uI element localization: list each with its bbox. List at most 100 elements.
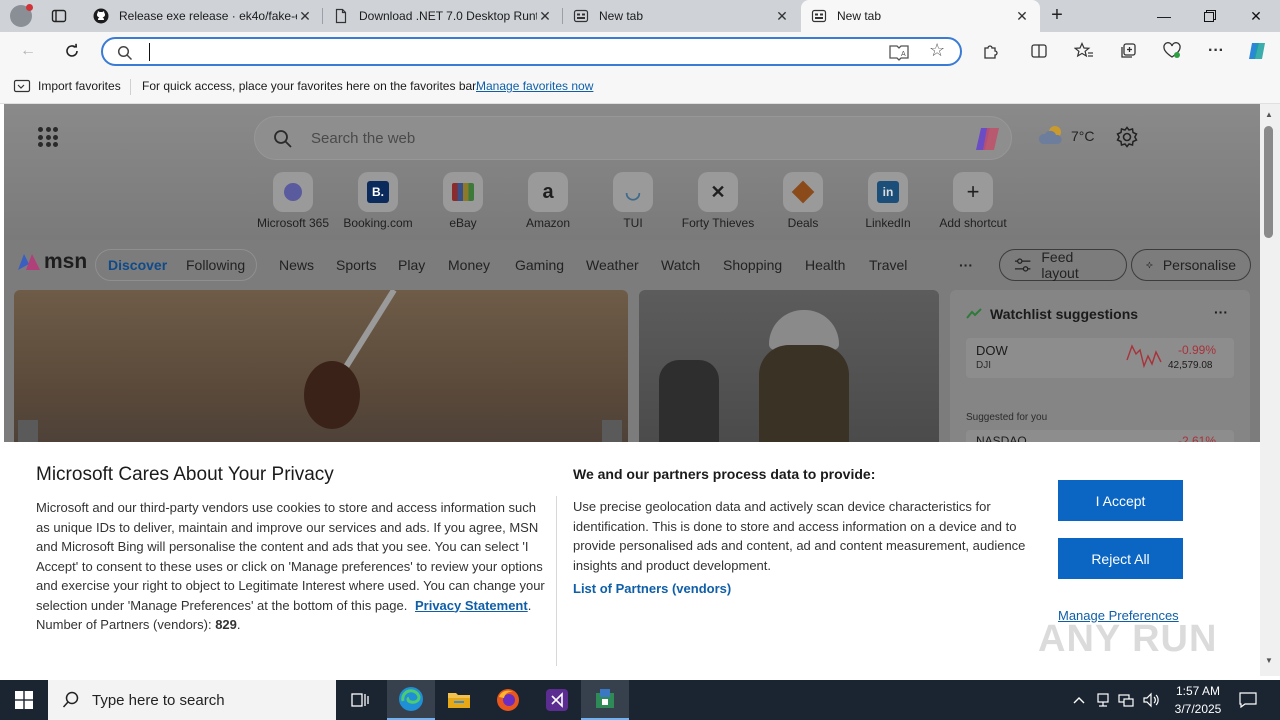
privacy-statement-link[interactable]: Privacy Statement <box>415 598 528 613</box>
page-scrollbar[interactable]: ▲ ▼ <box>1260 104 1280 676</box>
nav-news[interactable]: News <box>279 257 314 273</box>
personalise-button[interactable]: Personalise <box>1131 249 1251 281</box>
settings-gear-icon[interactable] <box>1116 126 1138 148</box>
trend-icon <box>966 308 982 319</box>
tab-new-1[interactable]: New tab ✕ <box>563 0 800 32</box>
consent-body-block: Microsoft and our third-party vendors us… <box>36 500 545 632</box>
back-icon[interactable]: ← <box>16 39 40 63</box>
close-tab-icon[interactable]: ✕ <box>297 8 313 25</box>
scroll-thumb[interactable] <box>1264 126 1273 238</box>
tui-icon: ◡ <box>613 172 653 212</box>
nav-shopping[interactable]: Shopping <box>723 257 782 273</box>
tab-dotnet[interactable]: Download .NET 7.0 Desktop Runt ✕ <box>323 0 563 32</box>
task-view-icon[interactable] <box>336 680 384 720</box>
extensions-icon[interactable] <box>979 39 1003 63</box>
taskbar-clock[interactable]: 1:57 AM 3/7/2025 <box>1166 682 1230 718</box>
feed-card-chocolate[interactable] <box>14 290 628 450</box>
file-explorer-icon[interactable] <box>435 680 483 720</box>
import-favorites-icon <box>13 79 31 93</box>
ebay-icon <box>443 172 483 212</box>
new-tab-plus-icon[interactable]: + <box>1046 5 1068 26</box>
watchlist-more-icon[interactable]: ··· <box>1214 304 1228 320</box>
consent-body: Microsoft and our third-party vendors us… <box>36 500 545 613</box>
import-favorites-button[interactable]: Import favorites <box>38 79 121 93</box>
more-menu-icon[interactable]: ··· <box>1204 39 1228 63</box>
feed-card-news[interactable] <box>639 290 939 450</box>
nav-health[interactable]: Health <box>805 257 845 273</box>
restore-icon[interactable] <box>1187 0 1233 32</box>
address-input[interactable] <box>153 42 853 62</box>
split-screen-icon[interactable] <box>1027 39 1051 63</box>
close-tab-icon[interactable]: ✕ <box>537 8 553 25</box>
shortcut-amazon[interactable]: a Amazon <box>505 172 591 230</box>
msn-logo[interactable]: msn <box>16 250 87 274</box>
notifications-icon[interactable] <box>1234 680 1262 720</box>
shortcut-tui[interactable]: ◡ TUI <box>590 172 676 230</box>
visual-studio-icon[interactable] <box>533 680 581 720</box>
nav-gaming[interactable]: Gaming <box>515 257 564 273</box>
shortcut-ebay[interactable]: eBay <box>420 172 506 230</box>
browser-essentials-icon[interactable] <box>1160 39 1184 63</box>
reject-all-button[interactable]: Reject All <box>1058 538 1183 579</box>
refresh-icon[interactable] <box>60 39 84 63</box>
volume-icon[interactable] <box>1140 680 1162 720</box>
accept-button[interactable]: I Accept <box>1058 480 1183 521</box>
address-bar[interactable]: A ☆ <box>101 37 962 66</box>
tab-discover[interactable]: Discover <box>108 257 167 273</box>
sparkle-icon <box>1146 261 1153 269</box>
feed-layout-button[interactable]: Feed layout <box>999 249 1127 281</box>
installer-taskbar-icon[interactable] <box>581 680 629 720</box>
tab-release[interactable]: Release exe release · ek4o/fake-e ✕ <box>83 0 323 32</box>
stock-row-dow[interactable]: DOW DJI -0.99% 42,579.08 <box>966 338 1234 378</box>
minimize-icon[interactable]: — <box>1141 0 1187 32</box>
network-status-icon[interactable] <box>1093 680 1113 720</box>
divider <box>130 79 131 95</box>
scroll-down-icon[interactable]: ▼ <box>1265 656 1273 665</box>
collections-icon[interactable] <box>1116 39 1140 63</box>
nav-sports[interactable]: Sports <box>336 257 376 273</box>
weather-temp[interactable]: 7°C <box>1071 128 1095 144</box>
windows-start-icon[interactable] <box>0 680 48 720</box>
shortcut-microsoft-365[interactable]: Microsoft 365 <box>250 172 336 230</box>
nav-watch[interactable]: Watch <box>661 257 700 273</box>
ethernet-icon[interactable] <box>1116 680 1136 720</box>
taskbar-search-box[interactable]: Type here to search <box>48 680 336 720</box>
shortcut-deals[interactable]: Deals <box>760 172 846 230</box>
tab-actions-icon[interactable] <box>50 7 68 25</box>
favorites-icon[interactable] <box>1072 39 1096 63</box>
clock-time: 1:57 AM <box>1175 684 1221 698</box>
search-icon <box>274 130 292 148</box>
scroll-up-icon[interactable]: ▲ <box>1265 110 1273 119</box>
immersive-reader-icon[interactable]: A <box>889 43 909 63</box>
tab-new-active[interactable]: New tab ✕ <box>801 0 1040 32</box>
close-tab-icon[interactable]: ✕ <box>1014 8 1030 25</box>
firefox-icon[interactable] <box>484 680 532 720</box>
nav-play[interactable]: Play <box>398 257 425 273</box>
manage-favorites-link[interactable]: Manage favorites now <box>476 79 593 93</box>
copilot-icon[interactable] <box>1245 39 1269 63</box>
edge-taskbar-icon[interactable] <box>387 680 435 720</box>
shortcut-forty-thieves[interactable]: ✕ Forty Thieves <box>675 172 761 230</box>
close-tab-icon[interactable]: ✕ <box>774 8 790 25</box>
shortcut-booking[interactable]: B. Booking.com <box>335 172 421 230</box>
shortcut-add[interactable]: + Add shortcut <box>930 172 1016 230</box>
tray-overflow-icon[interactable] <box>1068 680 1090 720</box>
nav-money[interactable]: Money <box>448 257 490 273</box>
nav-more-icon[interactable]: ··· <box>959 257 973 273</box>
weather-cloud-icon[interactable] <box>1037 122 1067 148</box>
profile-avatar[interactable] <box>10 4 33 27</box>
web-search-box[interactable]: Search the web <box>254 116 1012 160</box>
favorite-star-icon[interactable]: ☆ <box>929 40 949 62</box>
nav-travel[interactable]: Travel <box>869 257 907 273</box>
copilot-search-icon[interactable] <box>973 125 1003 153</box>
taskbar-search-placeholder: Type here to search <box>92 691 225 709</box>
shortcut-linkedin[interactable]: in LinkedIn <box>845 172 931 230</box>
browser-toolbar: ← A ☆ ··· <box>0 32 1280 70</box>
microsoft365-icon <box>273 172 313 212</box>
nav-weather[interactable]: Weather <box>586 257 639 273</box>
close-window-icon[interactable]: ✕ <box>1233 0 1279 32</box>
tab-following[interactable]: Following <box>186 257 245 273</box>
hero-area: Search the web 7°C Microsoft 365 B. Booki… <box>4 104 1260 240</box>
list-of-partners-link[interactable]: List of Partners (vendors) <box>573 581 731 596</box>
apps-launcher-icon[interactable] <box>38 127 58 147</box>
